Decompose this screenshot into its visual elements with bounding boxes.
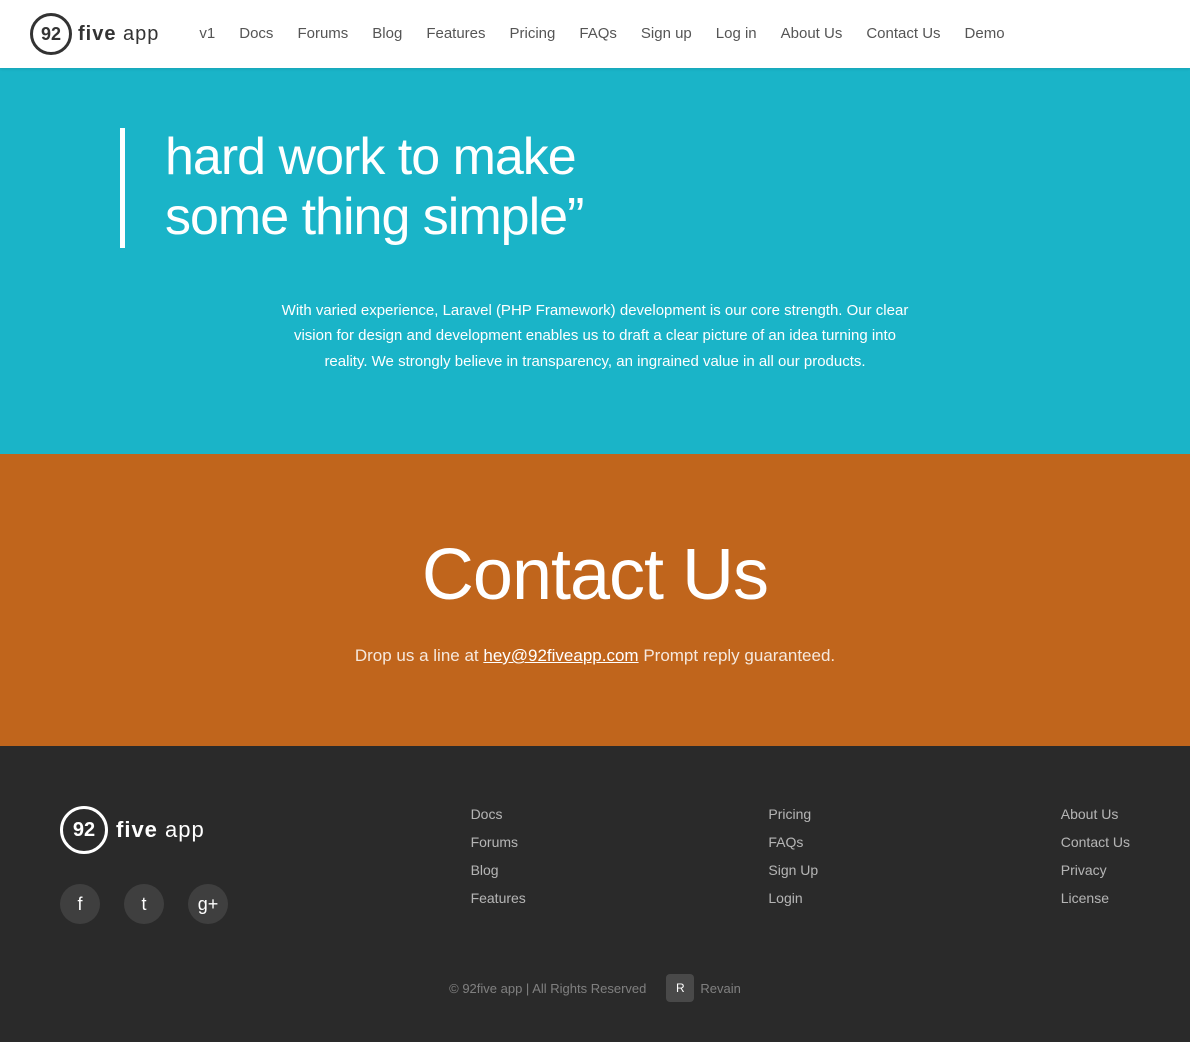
- nav-item-demo[interactable]: Demo: [965, 25, 1005, 42]
- nav-links: v1 Docs Forums Blog Features Pricing FAQ…: [199, 25, 1004, 43]
- nav-item-pricing[interactable]: Pricing: [510, 25, 556, 42]
- footer-bottom: © 92five app | All Rights Reserved R Rev…: [60, 974, 1130, 1002]
- nav-item-signup[interactable]: Sign up: [641, 25, 692, 42]
- nav-item-contact[interactable]: Contact Us: [866, 25, 940, 42]
- footer-link-license[interactable]: License: [1061, 890, 1130, 906]
- hero-section: hard work to make some thing simple” Wit…: [0, 68, 1190, 454]
- nav-item-v1[interactable]: v1: [199, 25, 215, 42]
- navigation: 92 five app v1 Docs Forums Blog Features…: [0, 0, 1190, 68]
- footer-link-privacy[interactable]: Privacy: [1061, 862, 1130, 878]
- logo-circle-icon: 92: [30, 13, 72, 55]
- nav-item-forums[interactable]: Forums: [297, 25, 348, 42]
- contact-subtitle-after: Prompt reply guaranteed.: [639, 646, 836, 665]
- footer-links-col3: About Us Contact Us Privacy License: [1061, 806, 1130, 906]
- contact-email-link[interactable]: hey@92fiveapp.com: [483, 646, 638, 665]
- copyright-text: © 92five app | All Rights Reserved: [449, 981, 646, 996]
- footer-link-login[interactable]: Login: [768, 890, 818, 906]
- hero-quote-line1: hard work to make: [165, 128, 980, 188]
- revain-badge: R Revain: [666, 974, 740, 1002]
- footer-social: f t g+: [60, 884, 228, 924]
- footer-link-features[interactable]: Features: [471, 890, 526, 906]
- footer-link-faqs[interactable]: FAQs: [768, 834, 818, 850]
- nav-item-blog[interactable]: Blog: [372, 25, 402, 42]
- footer-link-docs[interactable]: Docs: [471, 806, 526, 822]
- contact-title: Contact Us: [20, 534, 1170, 616]
- nav-item-login[interactable]: Log in: [716, 25, 757, 42]
- nav-item-about[interactable]: About Us: [781, 25, 843, 42]
- contact-subtitle-before: Drop us a line at: [355, 646, 484, 665]
- hero-quote-block: hard work to make some thing simple”: [120, 128, 1020, 248]
- footer-links-col1: Docs Forums Blog Features: [471, 806, 526, 906]
- hero-quote-line2: some thing simple”: [165, 188, 980, 248]
- googleplus-icon[interactable]: g+: [188, 884, 228, 924]
- footer-link-contact[interactable]: Contact Us: [1061, 834, 1130, 850]
- footer-links-col2: Pricing FAQs Sign Up Login: [768, 806, 818, 906]
- nav-item-features[interactable]: Features: [426, 25, 485, 42]
- facebook-icon[interactable]: f: [60, 884, 100, 924]
- footer-link-blog[interactable]: Blog: [471, 862, 526, 878]
- footer-link-about[interactable]: About Us: [1061, 806, 1130, 822]
- footer-logo-circle-icon: 92: [60, 806, 108, 854]
- footer-logo: 92 five app: [60, 806, 205, 854]
- nav-logo[interactable]: 92 five app: [30, 13, 159, 55]
- footer-link-signup[interactable]: Sign Up: [768, 862, 818, 878]
- contact-section: Contact Us Drop us a line at hey@92fivea…: [0, 454, 1190, 746]
- logo-text: five app: [78, 23, 159, 46]
- footer-left: 92 five app f t g+: [60, 806, 228, 924]
- revain-icon: R: [666, 974, 694, 1002]
- hero-quote-text: hard work to make some thing simple”: [165, 128, 980, 248]
- footer-link-forums[interactable]: Forums: [471, 834, 526, 850]
- contact-subtitle: Drop us a line at hey@92fiveapp.com Prom…: [20, 646, 1170, 666]
- revain-label: Revain: [700, 981, 740, 996]
- nav-item-faqs[interactable]: FAQs: [579, 25, 617, 42]
- nav-item-docs[interactable]: Docs: [239, 25, 273, 42]
- footer-logo-text: five app: [116, 817, 205, 843]
- hero-description: With varied experience, Laravel (PHP Fra…: [255, 298, 935, 375]
- footer: 92 five app f t g+ Docs Forums Blog Feat…: [0, 746, 1190, 1042]
- footer-link-pricing[interactable]: Pricing: [768, 806, 818, 822]
- twitter-icon[interactable]: t: [124, 884, 164, 924]
